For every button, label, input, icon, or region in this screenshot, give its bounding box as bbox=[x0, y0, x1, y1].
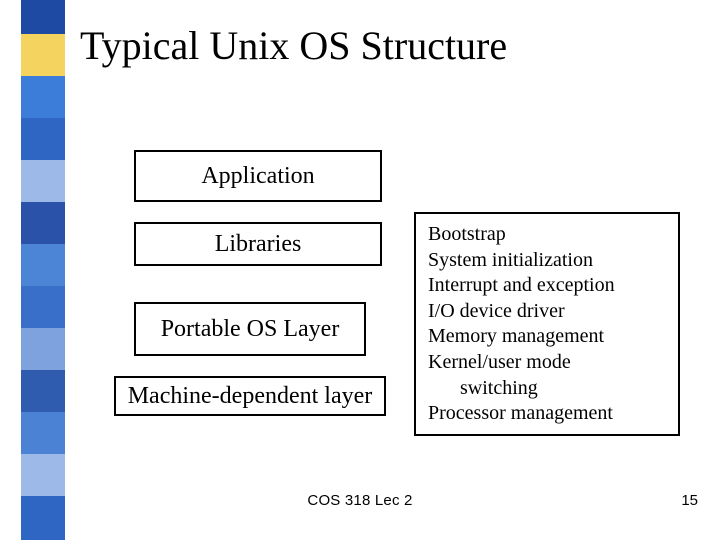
info-line: Kernel/user mode bbox=[428, 350, 666, 376]
info-line-indent: switching bbox=[428, 376, 666, 402]
info-line: I/O device driver bbox=[428, 299, 666, 325]
footer-lecture-label: COS 318 Lec 2 bbox=[0, 492, 720, 509]
footer-page-number: 15 bbox=[681, 492, 698, 509]
info-line: Bootstrap bbox=[428, 222, 666, 248]
sidebar-square bbox=[21, 286, 65, 330]
info-box-machine-dependent-details: Bootstrap System initialization Interrup… bbox=[414, 212, 680, 436]
layer-label: Portable OS Layer bbox=[161, 316, 340, 343]
sidebar-square bbox=[21, 370, 65, 414]
info-line: Interrupt and exception bbox=[428, 273, 666, 299]
info-line: System initialization bbox=[428, 248, 666, 274]
sidebar-square bbox=[21, 202, 65, 246]
info-line: Memory management bbox=[428, 324, 666, 350]
layer-label: Libraries bbox=[215, 231, 302, 258]
layer-box-portable-os: Portable OS Layer bbox=[134, 302, 366, 356]
sidebar-square bbox=[21, 412, 65, 456]
slide-title: Typical Unix OS Structure bbox=[80, 22, 507, 69]
layer-label: Machine-dependent layer bbox=[128, 383, 373, 410]
sidebar-square bbox=[21, 0, 65, 36]
sidebar-square bbox=[21, 160, 65, 204]
sidebar-square bbox=[21, 328, 65, 372]
decorative-sidebar bbox=[21, 0, 65, 540]
sidebar-square bbox=[21, 34, 65, 78]
layer-box-libraries: Libraries bbox=[134, 222, 382, 266]
layer-label: Application bbox=[201, 163, 314, 190]
sidebar-square bbox=[21, 76, 65, 120]
layer-box-application: Application bbox=[134, 150, 382, 202]
info-line: Processor management bbox=[428, 401, 666, 427]
layer-box-machine-dependent: Machine-dependent layer bbox=[114, 376, 386, 416]
sidebar-square bbox=[21, 118, 65, 162]
sidebar-square bbox=[21, 244, 65, 288]
